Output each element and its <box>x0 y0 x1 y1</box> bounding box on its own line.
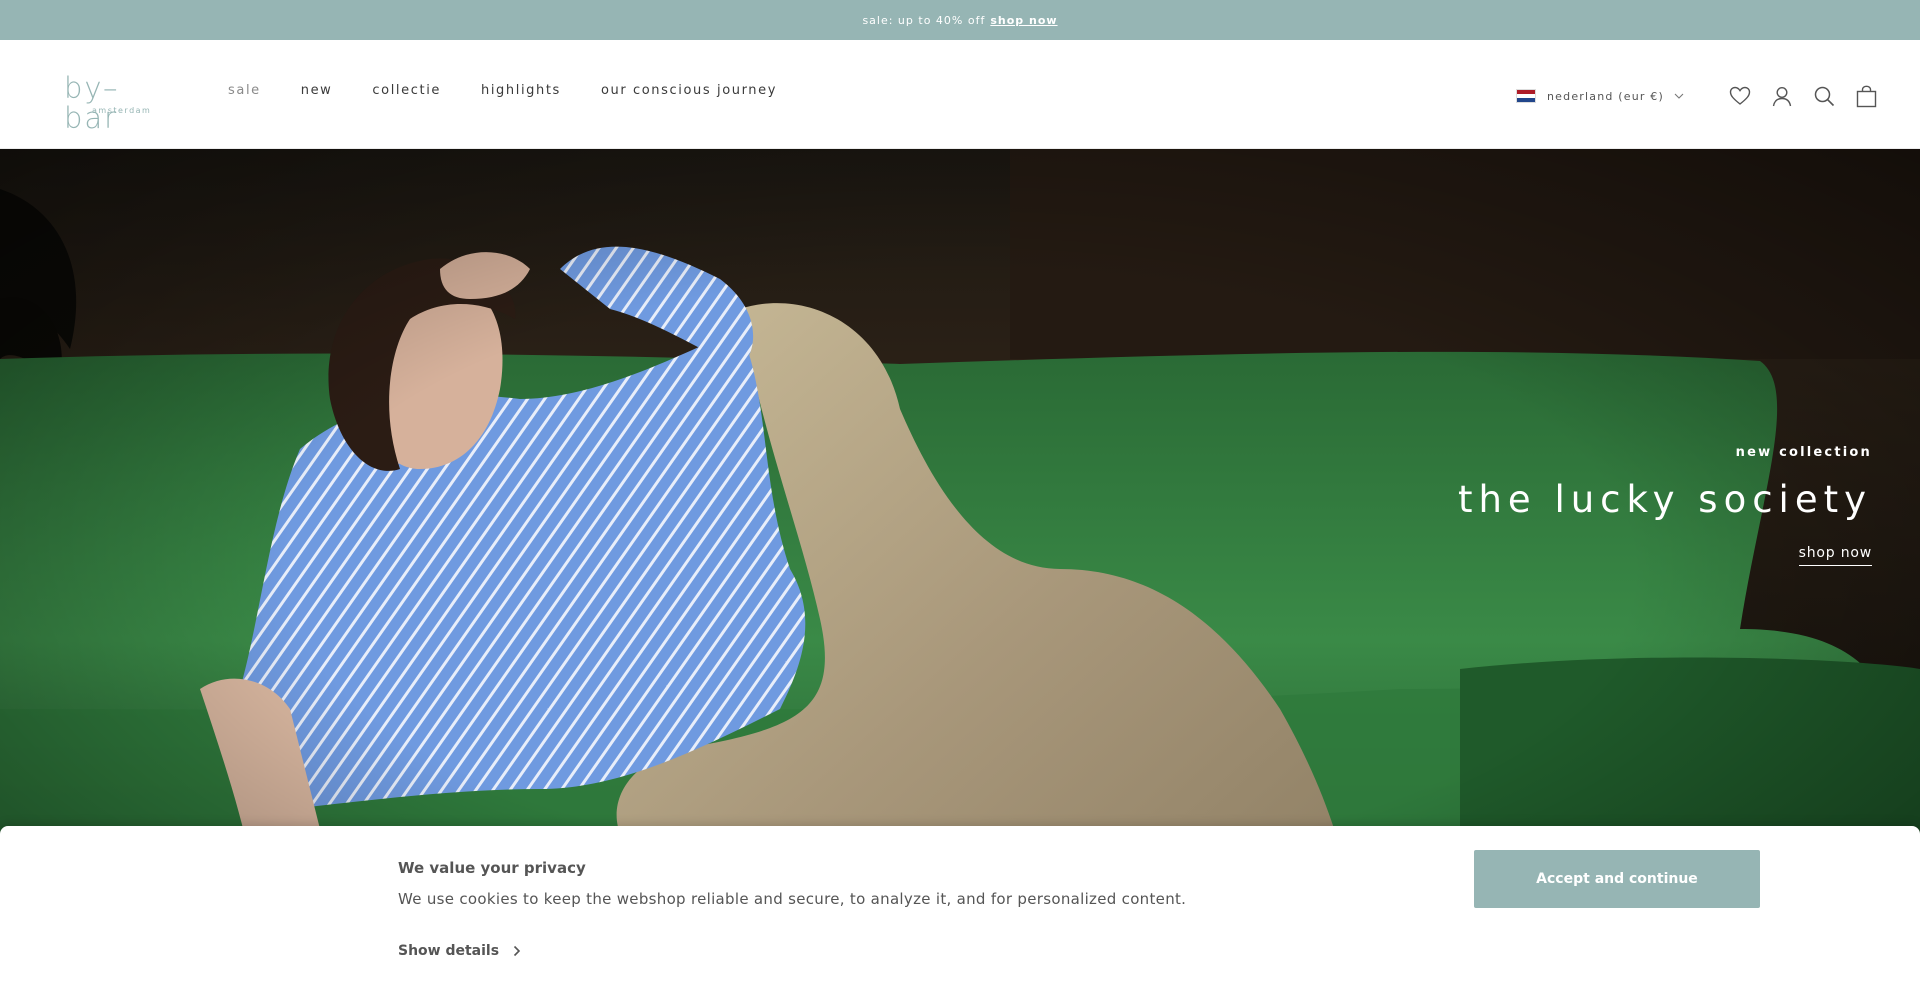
account-button[interactable] <box>1768 82 1796 110</box>
cart-button[interactable] <box>1852 82 1880 110</box>
search-icon <box>1814 86 1834 106</box>
show-details-toggle[interactable]: Show details <box>398 943 521 959</box>
hero-text-block: new collection the lucky society shop no… <box>1458 445 1872 566</box>
cookie-title: We value your privacy <box>398 859 586 877</box>
announcement-bar: sale: up to 40% off shop now <box>0 0 1920 40</box>
account-icon <box>1772 86 1792 106</box>
main-navigation: sale new collectie highlights our consci… <box>228 83 817 98</box>
heart-icon <box>1729 86 1751 105</box>
country-label: nederland (eur €) <box>1547 89 1664 103</box>
hero-title: the lucky society <box>1457 478 1872 521</box>
nav-item-new[interactable]: new <box>301 83 333 98</box>
cookie-consent-banner: We value your privacy We use cookies to … <box>0 826 1920 993</box>
nav-item-conscious-journey[interactable]: our conscious journey <box>601 83 777 98</box>
header-tools: nederland (eur €) <box>1516 82 1880 110</box>
country-selector[interactable]: nederland (eur €) <box>1516 89 1684 103</box>
announcement-shop-now-link[interactable]: shop now <box>990 14 1057 27</box>
hero-eyebrow: new collection <box>1735 445 1872 460</box>
search-button[interactable] <box>1810 82 1838 110</box>
hero-shop-now-link[interactable]: shop now <box>1798 545 1872 566</box>
brand-subtitle: amsterdam <box>92 106 152 115</box>
nav-item-highlights[interactable]: highlights <box>481 83 561 98</box>
netherlands-flag-icon <box>1516 89 1536 103</box>
brand-logo[interactable]: by–bar amsterdam <box>64 73 172 133</box>
chevron-right-icon <box>513 945 521 957</box>
announcement-text: sale: up to 40% off <box>862 13 986 27</box>
show-details-label: Show details <box>398 943 500 959</box>
nav-item-collectie[interactable]: collectie <box>372 83 441 98</box>
site-header: by–bar amsterdam sale new collectie high… <box>0 40 1920 149</box>
chevron-down-icon <box>1674 93 1684 99</box>
nav-item-sale[interactable]: sale <box>228 83 261 98</box>
wishlist-button[interactable] <box>1726 82 1754 110</box>
brand-wordmark: by–bar <box>64 71 120 135</box>
cookie-description: We use cookies to keep the webshop relia… <box>398 890 1187 908</box>
accept-cookies-button[interactable]: Accept and continue <box>1474 850 1760 908</box>
bag-icon <box>1856 85 1876 107</box>
